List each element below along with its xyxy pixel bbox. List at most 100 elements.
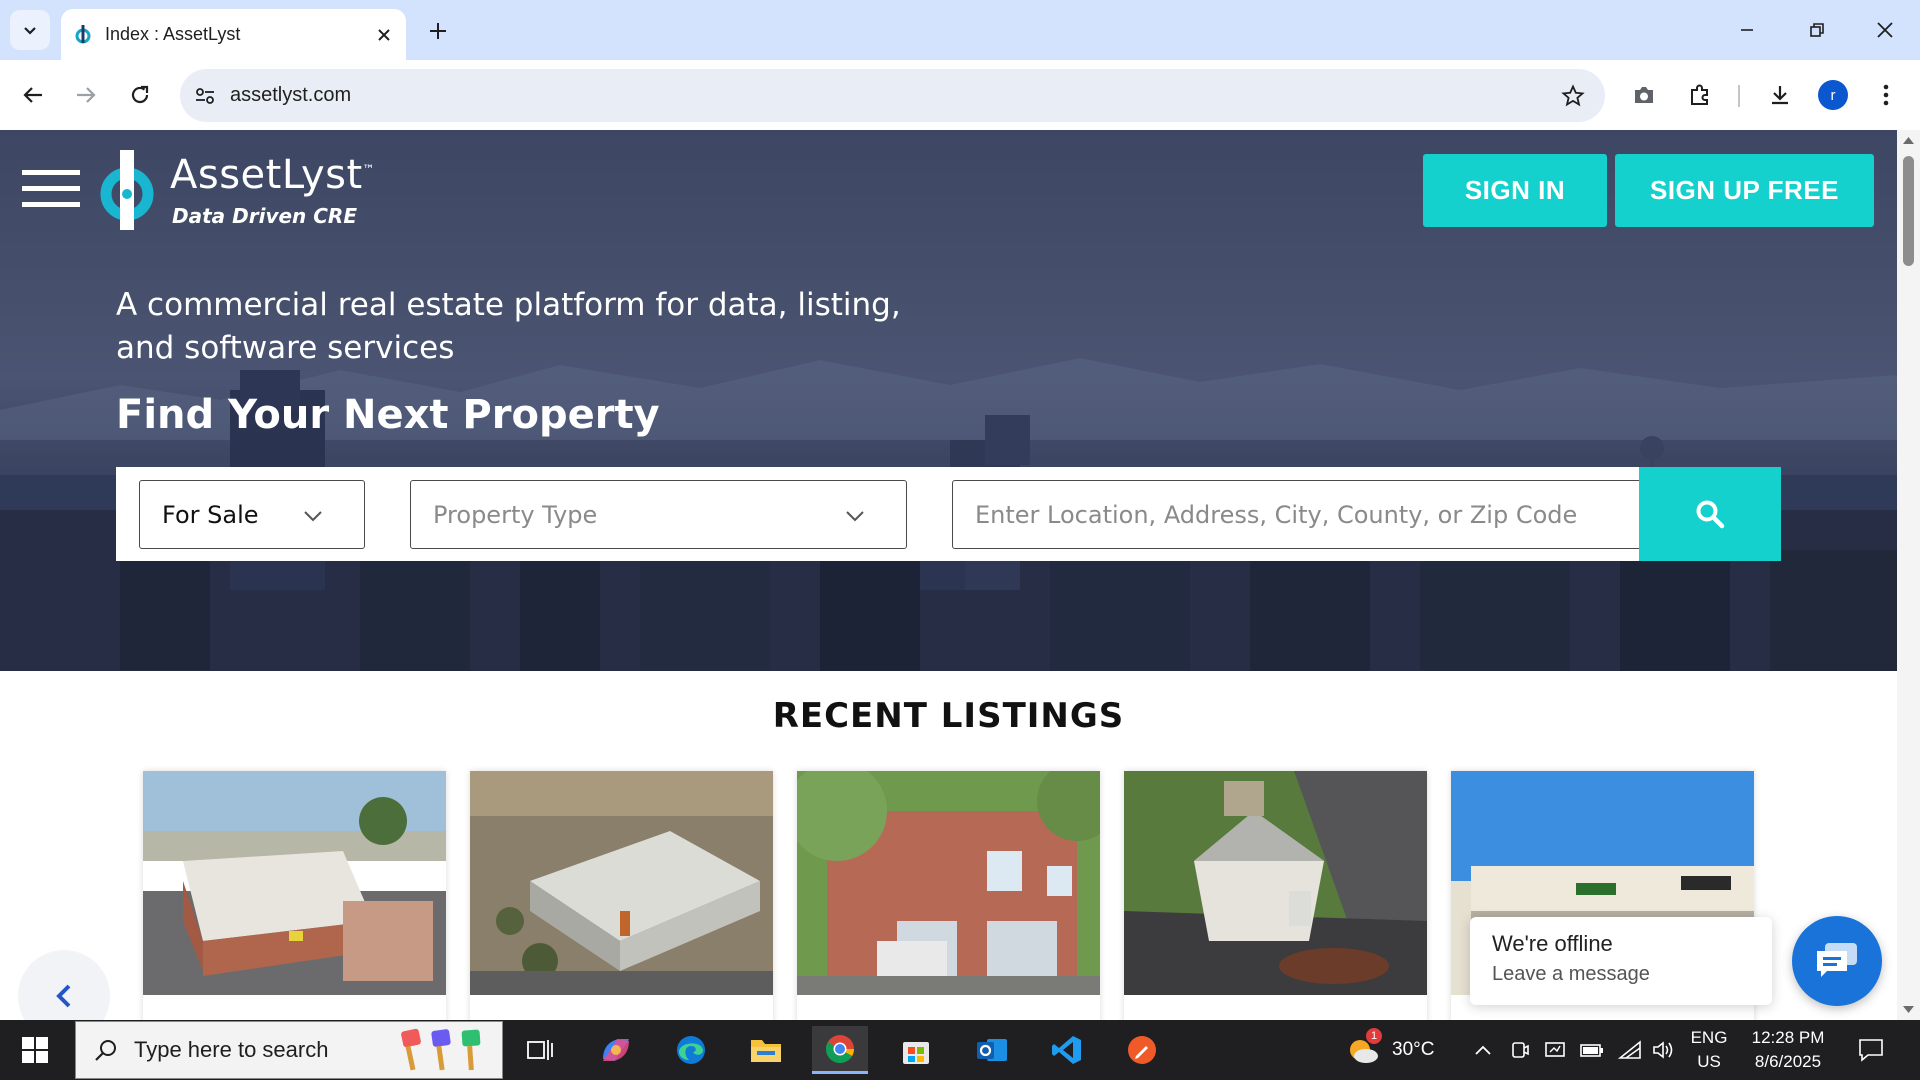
arrow-right-icon [77,87,96,103]
carousel-prev-button[interactable] [18,950,110,1020]
notifications-icon[interactable] [1858,1038,1884,1062]
edge-app[interactable] [663,1026,719,1074]
listing-card[interactable] [797,771,1100,1020]
weather-temperature: 30°C [1392,1039,1435,1060]
volume-icon[interactable] [1652,1040,1676,1060]
search-submit-button[interactable] [1639,467,1781,561]
chat-offline-bubble[interactable]: We're offline Leave a message [1470,917,1772,1005]
chrome-app[interactable] [812,1026,868,1074]
file-explorer-app[interactable] [738,1026,794,1074]
hero-section: AssetLyst™ Data Driven CRE SIGN IN SIGN … [0,130,1897,671]
show-hidden-icons-icon[interactable] [1474,1044,1492,1056]
download-icon [1772,86,1788,105]
paintbrushes-icon [401,1028,481,1071]
remote-desktop-icon[interactable] [1544,1040,1566,1060]
listing-type-value: For Sale [162,500,259,529]
listing-photo [470,771,773,995]
arrow-left-icon [23,87,42,103]
browser-tab-strip: Index : AssetLyst [0,0,1920,60]
profile-button[interactable]: r [1813,75,1853,115]
task-view-button[interactable] [512,1026,568,1074]
scroll-up-icon[interactable] [1903,136,1914,144]
downloads-button[interactable] [1760,75,1800,115]
browser-toolbar: assetlyst.com r [0,60,1920,130]
weather-widget[interactable]: 1 30°C [1344,1028,1444,1072]
clock-time: 12:28 PM [1751,1028,1825,1047]
property-search-bar: For Sale Property Type [116,467,1781,561]
page-viewport: AssetLyst™ Data Driven CRE SIGN IN SIGN … [0,130,1920,1020]
close-window-button[interactable] [1862,10,1908,50]
close-icon [1877,22,1893,38]
listing-card[interactable] [143,771,446,1020]
windows-taskbar: Type here to search 1 30°C ENG US 12:28 … [0,1020,1920,1080]
wifi-icon[interactable] [1618,1040,1642,1060]
chevron-down-icon [24,27,36,35]
address-bar[interactable]: assetlyst.com [180,69,1605,122]
sign-in-button[interactable]: SIGN IN [1423,154,1607,227]
vscode-app[interactable] [1039,1026,1095,1074]
scroll-down-icon[interactable] [1903,1006,1914,1014]
toolbar-divider [1738,85,1740,107]
browser-tab[interactable]: Index : AssetLyst [61,9,406,60]
chevron-down-icon [304,511,322,522]
site-info-icon[interactable] [194,85,216,107]
region-code: US [1697,1052,1721,1071]
minimize-icon [1741,29,1753,31]
site-favicon-icon [75,24,91,43]
copilot-app[interactable] [588,1026,644,1074]
sign-up-free-button[interactable]: SIGN UP FREE [1615,154,1874,227]
hamburger-menu-icon[interactable] [22,168,80,210]
battery-icon[interactable] [1580,1042,1604,1058]
screenshot-button[interactable] [1624,75,1664,115]
scroll-thumb[interactable] [1903,156,1914,266]
browser-menu-button[interactable] [1866,75,1906,115]
back-button[interactable] [13,75,53,115]
extensions-button[interactable] [1680,75,1720,115]
reload-button[interactable] [120,75,160,115]
listing-type-select[interactable]: For Sale [139,480,365,549]
start-button[interactable] [10,1030,60,1070]
outlook-app[interactable] [964,1026,1020,1074]
listing-photo [797,771,1100,995]
bookmark-star-icon[interactable] [1561,83,1585,108]
more-vert-icon [1883,84,1889,106]
folder-icon [751,1040,781,1062]
chat-icon [1817,943,1857,977]
microsoft-store-app[interactable] [888,1026,944,1074]
input-language-indicator[interactable]: ENG US [1684,1026,1734,1074]
plus-icon [430,23,446,39]
listing-photo [1124,771,1427,995]
restore-button[interactable] [1794,10,1840,50]
site-logo[interactable]: AssetLyst™ Data Driven CRE [100,144,380,236]
chat-launcher-button[interactable] [1792,916,1882,1006]
chat-status-text: We're offline [1492,931,1613,956]
listing-card[interactable] [470,771,773,1020]
new-tab-button[interactable] [420,13,456,49]
chrome-icon [826,1034,854,1063]
logo-wordmark: AssetLyst™ [170,152,376,198]
location-search-input[interactable] [952,480,1701,549]
clock-date: 8/6/2025 [1754,1052,1822,1071]
close-tab-icon[interactable] [376,27,392,43]
page-scrollbar[interactable] [1897,130,1920,1020]
hero-heading: Find Your Next Property [116,392,660,438]
edge-icon [677,1036,705,1064]
chat-leave-message-text: Leave a message [1492,963,1650,985]
recent-listings-title: RECENT LISTINGS [772,696,1125,736]
search-icon [1696,500,1725,529]
property-type-select[interactable]: Property Type [410,480,907,549]
tab-search-button[interactable] [10,10,50,50]
task-view-icon [527,1040,553,1060]
puzzle-icon [1691,84,1708,105]
hero-tagline: A commercial real estate platform for da… [116,287,901,366]
vscode-icon [1052,1036,1081,1064]
taskbar-search-box[interactable]: Type here to search [75,1021,503,1079]
listing-card[interactable] [1124,771,1427,1020]
listing-photo [143,771,446,995]
chevron-left-icon [56,984,71,1008]
pen-app[interactable] [1114,1026,1170,1074]
minimize-button[interactable] [1724,10,1770,50]
forward-button[interactable] [66,75,106,115]
meet-now-icon[interactable] [1510,1040,1530,1060]
clock[interactable]: 12:28 PM 8/6/2025 [1738,1026,1838,1074]
